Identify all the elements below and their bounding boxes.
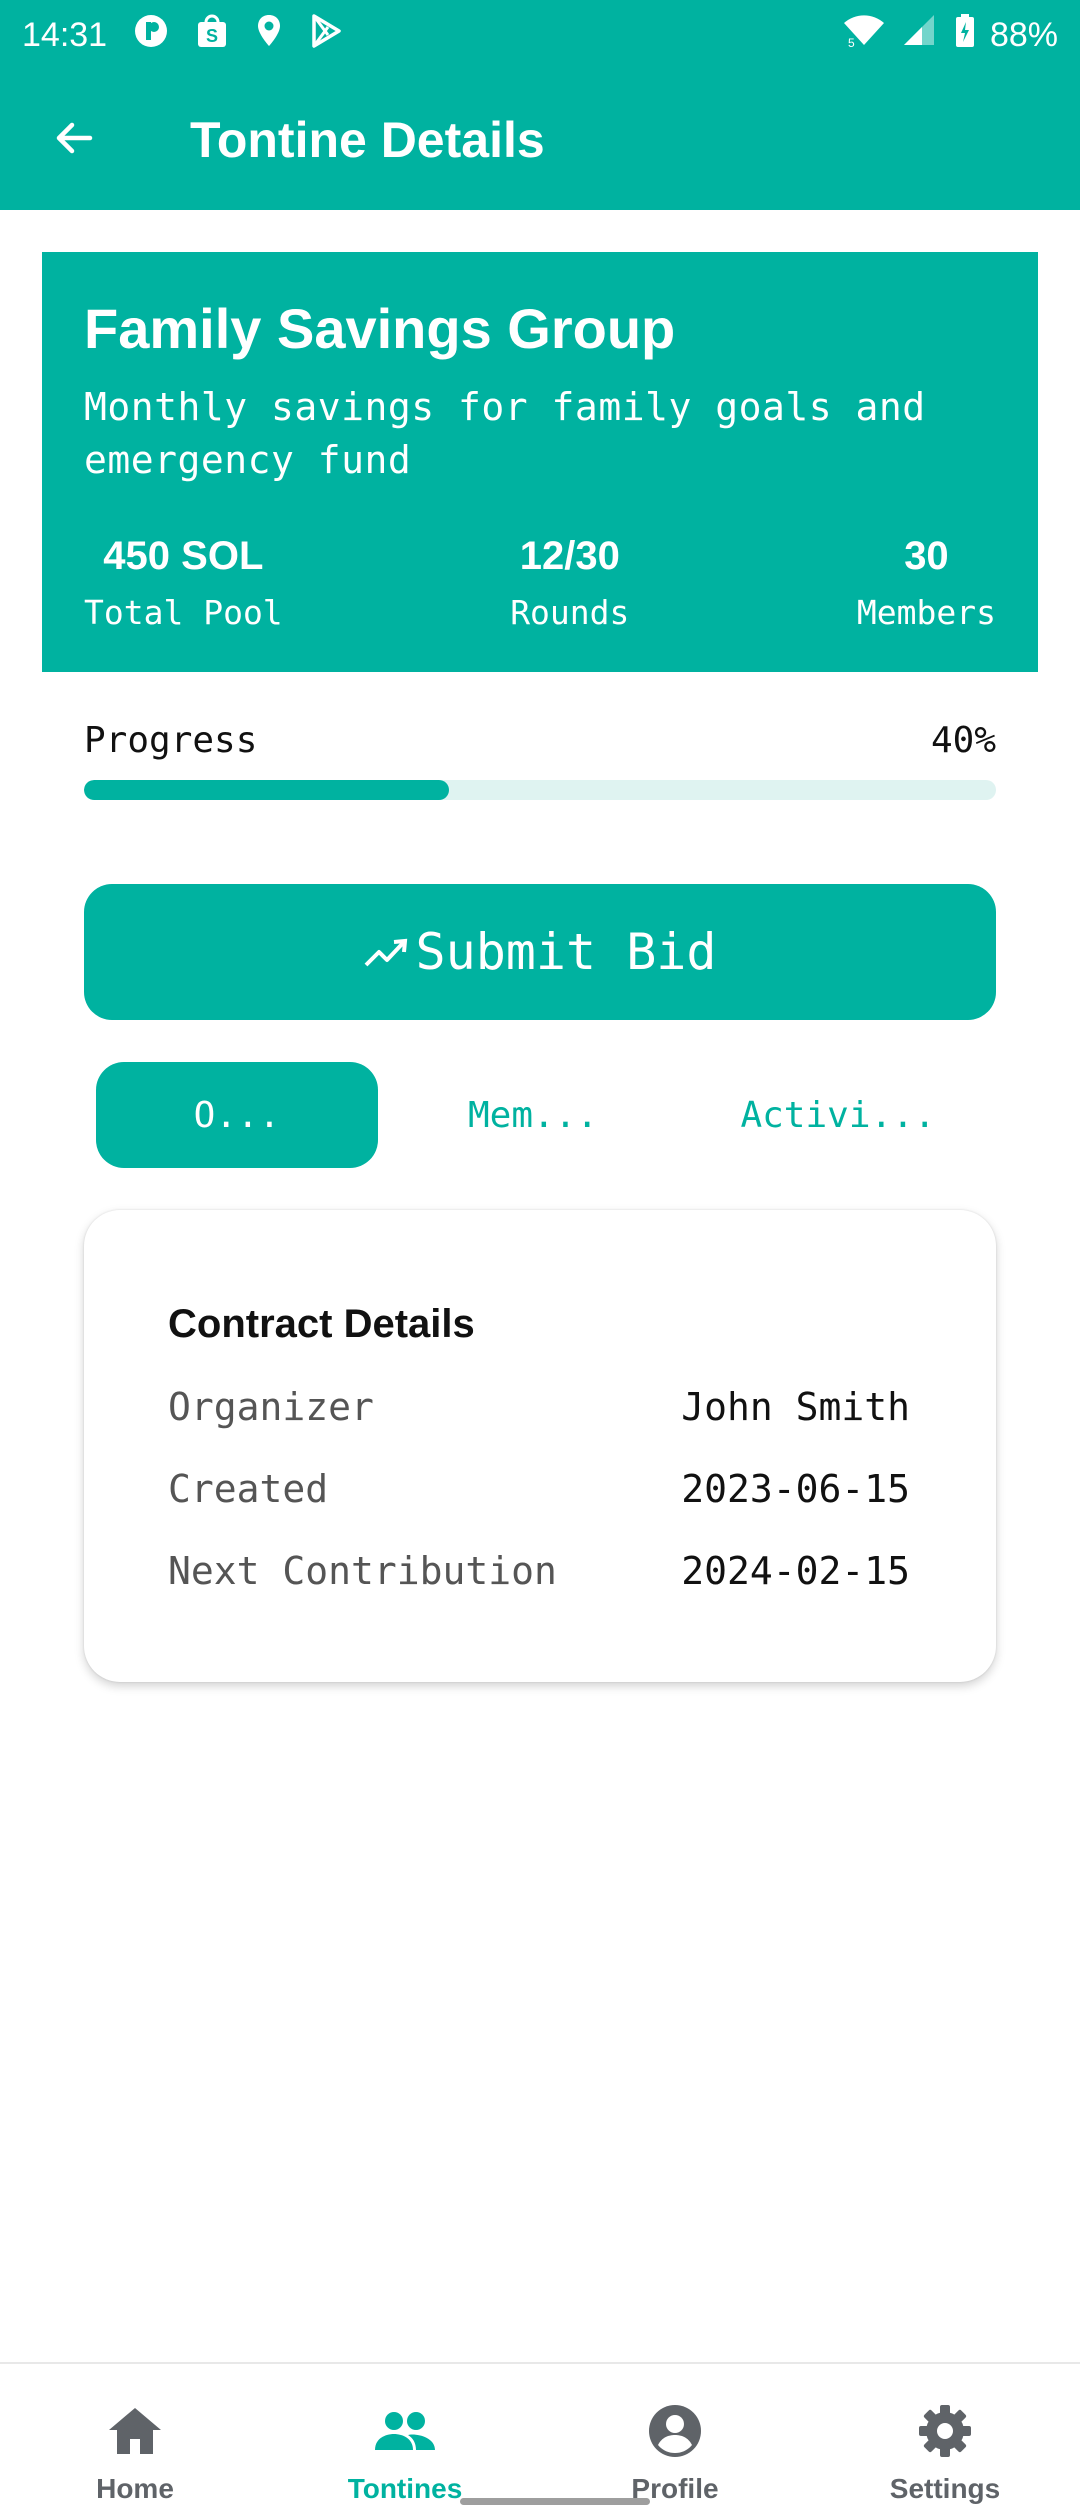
- detail-row-organizer: Organizer John Smith: [168, 1385, 910, 1429]
- progress-bar-fill: [84, 780, 449, 800]
- svg-text:S: S: [206, 26, 218, 46]
- app-bar: Tontine Details: [0, 70, 1080, 210]
- tab-overview[interactable]: O...: [96, 1062, 378, 1168]
- stat-label: Rounds: [510, 593, 630, 632]
- page-title: Tontine Details: [190, 112, 545, 168]
- contract-details-card: Contract Details Organizer John Smith Cr…: [84, 1210, 996, 1682]
- detail-value: 2024-02-15: [681, 1549, 910, 1593]
- trending-up-icon: [363, 923, 415, 981]
- progress-bar: [84, 780, 996, 800]
- group-stats: 450 SOL Total Pool 12/30 Rounds 30 Membe…: [84, 534, 996, 632]
- nav-item-home[interactable]: Home: [0, 2364, 270, 2520]
- tab-members[interactable]: Mem...: [378, 1062, 688, 1168]
- nav-label: Settings: [889, 2473, 1001, 2504]
- svg-text:5: 5: [848, 36, 855, 49]
- stat-value: 450 SOL: [103, 534, 264, 578]
- progress-percent: 40%: [930, 720, 996, 761]
- stat-rounds: 12/30 Rounds: [510, 534, 629, 632]
- account-icon: [645, 2404, 705, 2465]
- back-arrow-icon: [50, 114, 98, 167]
- wifi-icon: 5: [842, 13, 886, 58]
- detail-value: 2023-06-15: [681, 1467, 910, 1511]
- nav-item-settings[interactable]: Settings: [810, 2364, 1080, 2520]
- detail-row-created: Created 2023-06-15: [168, 1467, 910, 1511]
- group-name: Family Savings Group: [84, 297, 676, 360]
- app-notification-icon: [133, 13, 169, 58]
- stat-total-pool: 450 SOL Total Pool: [84, 534, 283, 632]
- progress-label: Progress: [84, 720, 258, 761]
- shopping-bag-icon: S: [195, 13, 229, 58]
- stat-label: Members: [856, 593, 996, 632]
- submit-bid-button[interactable]: Submit Bid: [84, 884, 996, 1020]
- nav-label: Home: [96, 2473, 174, 2504]
- battery-level: 88%: [989, 15, 1058, 54]
- detail-row-next-contribution: Next Contribution 2024-02-15: [168, 1549, 910, 1593]
- home-indicator[interactable]: [460, 2498, 650, 2505]
- bottom-navigation: Home Tontines Profile Settings: [0, 2362, 1080, 2520]
- submit-bid-label: Submit Bid: [415, 923, 717, 981]
- battery-icon: [954, 13, 976, 58]
- nav-label: Tontines: [347, 2473, 463, 2504]
- signal-icon: [900, 13, 940, 58]
- play-store-icon: [309, 13, 343, 58]
- back-button[interactable]: [24, 90, 124, 190]
- stat-value: 12/30: [519, 534, 620, 578]
- stat-members: 30 Members: [857, 534, 996, 632]
- group-icon: [372, 2404, 438, 2465]
- stat-value: 30: [904, 534, 949, 578]
- detail-label: Created: [168, 1467, 329, 1511]
- detail-label: Next Contribution: [168, 1549, 557, 1593]
- contract-title: Contract Details: [168, 1302, 475, 1346]
- detail-label: Organizer: [168, 1385, 374, 1429]
- nav-item-tontines[interactable]: Tontines: [270, 2364, 540, 2520]
- nav-item-profile[interactable]: Profile: [540, 2364, 810, 2520]
- group-description: Monthly savings for family goals and eme…: [84, 385, 926, 482]
- tab-bar: O... Mem... Activi...: [96, 1062, 996, 1168]
- location-pin-icon: [255, 13, 283, 58]
- group-summary-card: Family Savings Group Monthly savings for…: [42, 252, 1038, 672]
- detail-value: John Smith: [681, 1385, 910, 1429]
- progress-row: Progress 40%: [84, 720, 996, 761]
- status-bar: 14:31 S 5 88%: [0, 0, 1080, 70]
- status-time: 14:31: [22, 15, 108, 54]
- tab-activity[interactable]: Activi...: [688, 1062, 988, 1168]
- gear-icon: [915, 2404, 975, 2465]
- home-icon: [105, 2404, 165, 2465]
- stat-label: Total Pool: [84, 593, 283, 632]
